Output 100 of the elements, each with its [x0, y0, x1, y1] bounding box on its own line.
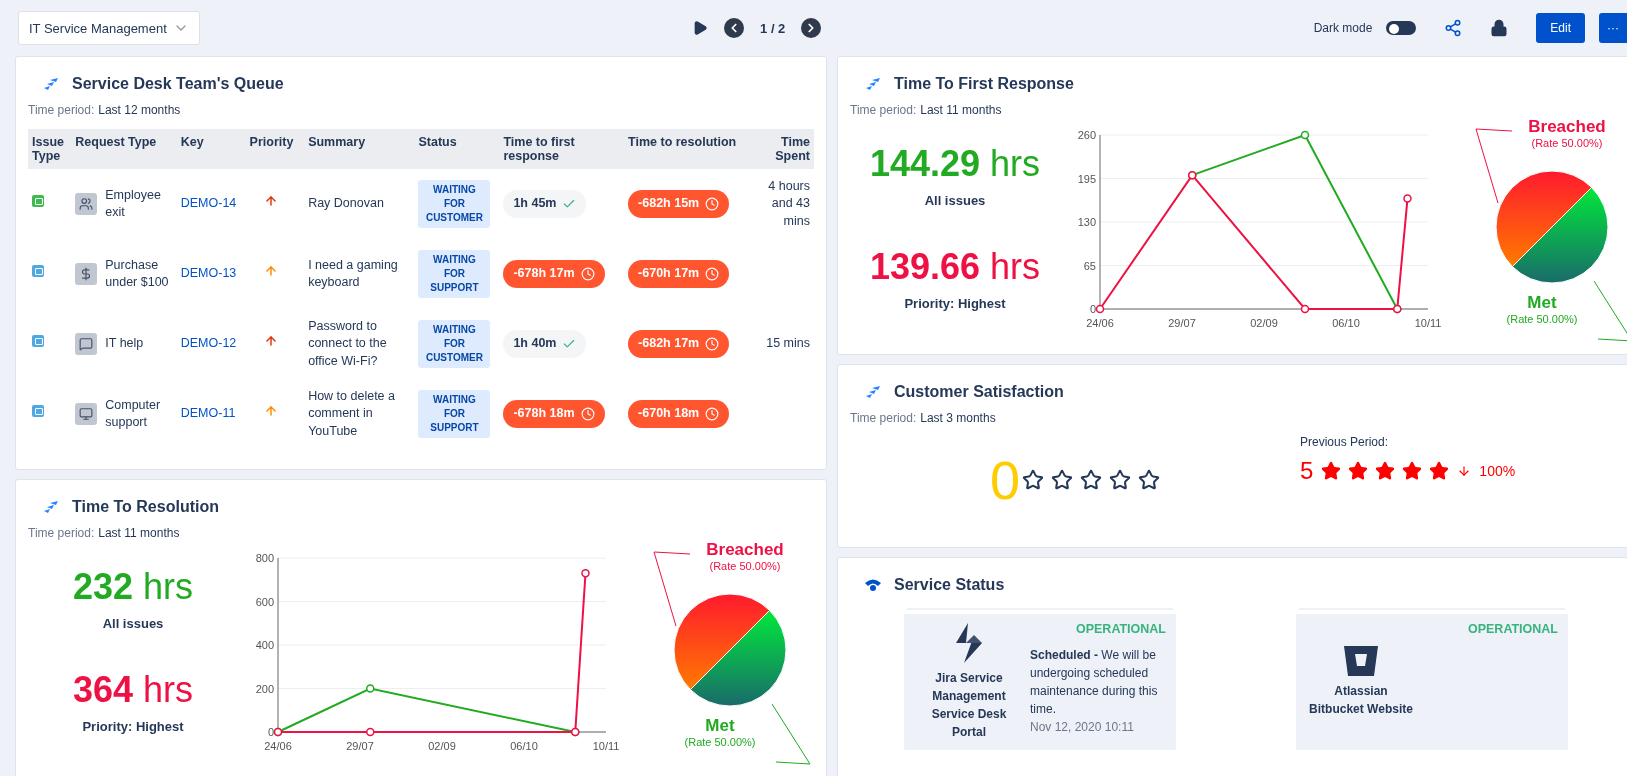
maintenance-date: Nov 12, 2020 10:11 [1030, 720, 1135, 734]
check-icon [562, 197, 577, 211]
dark-mode-label: Dark mode [1313, 21, 1373, 35]
star-icon [1375, 461, 1396, 481]
axis-tick-label: 0 [1089, 303, 1096, 315]
data-point [581, 569, 590, 578]
axis-tick-label: 130 [1077, 216, 1096, 228]
axis-tick-label: 200 [255, 682, 274, 695]
gadget-title: Service Desk Team's Queue [72, 75, 284, 93]
summary-cell: Ray Donovan [304, 169, 415, 239]
star-icon [1109, 469, 1131, 491]
bucket-logo-icon [1344, 646, 1378, 676]
data-point [1095, 304, 1105, 314]
clock-icon [705, 407, 720, 421]
time-period-label: Time period: [28, 526, 95, 540]
dashboard-dropdown[interactable]: IT Service Management [18, 11, 200, 45]
column-header: Priority [245, 129, 305, 169]
axis-tick-label: 24/06 [1086, 317, 1114, 329]
service-status: OPERATIONAL [1074, 622, 1166, 636]
edit-button[interactable]: Edit [1536, 13, 1585, 43]
status-lozenge: WAITING FOR SUPPORT [418, 390, 491, 438]
sla-timer: -678h 17m [503, 260, 605, 288]
axis-tick-label: 29/07 [346, 740, 374, 752]
next-page-button[interactable] [801, 18, 822, 38]
request-type: IT help [105, 335, 144, 353]
time-period-value: Last 11 months [98, 526, 180, 540]
status-lozenge: WAITING FOR SUPPORT [418, 250, 491, 298]
star-icon [1321, 461, 1342, 481]
column-header: Time to resolution [624, 129, 757, 169]
slice-value-label: (Rate 50.00%) [1506, 313, 1578, 325]
slice-value-label: (Rate 50.00%) [684, 736, 756, 748]
issue-key-link[interactable]: DEMO-13 [180, 266, 237, 281]
change-percentage: 100% [1479, 463, 1516, 479]
data-point [1300, 130, 1310, 140]
slice-value-label: (Rate 50.00%) [709, 560, 781, 572]
status-lozenge: WAITING FOR CUSTOMER [418, 320, 491, 368]
clock-icon [580, 267, 595, 281]
time-period-value: Last 12 months [98, 103, 181, 117]
axis-tick-label: 06/10 [1332, 317, 1360, 329]
previous-period-label: Previous Period: [1300, 435, 1390, 449]
summary-cell-text: How to delete a comment in YouTube [307, 387, 396, 440]
time-period-value: Last 11 months [920, 103, 1002, 117]
slice-label: Met [1527, 293, 1557, 313]
axis-tick-label: 02/09 [1250, 317, 1278, 329]
slice-label: Met [705, 716, 735, 736]
star-icon [1051, 469, 1073, 491]
axis-tick-label: 06/10 [510, 740, 538, 752]
axis-tick-label: 24/06 [264, 740, 292, 752]
play-button[interactable] [692, 20, 709, 36]
sla-timer: -682h 15m [628, 190, 730, 218]
dashboard-gadget-icon [864, 384, 882, 400]
column-header: Time Spent [757, 129, 814, 169]
sla-timer: 1h 40m [503, 330, 587, 358]
request-type: Employee exit [105, 186, 162, 221]
axis-tick-label: 02/09 [428, 740, 456, 752]
data-point [366, 684, 375, 693]
wifi-icon [864, 578, 882, 592]
axis-tick-label: 195 [1077, 172, 1096, 185]
gadget-title: Time To Resolution [72, 498, 219, 516]
request-type-icon [75, 403, 98, 425]
column-header: Summary [304, 129, 415, 169]
issue-key-link[interactable]: DEMO-14 [180, 196, 237, 211]
gadget-title: Service Status [894, 576, 1005, 594]
data-point [366, 727, 375, 737]
axis-tick-label: 800 [255, 552, 274, 564]
page-indicator: 1 / 2 [760, 20, 786, 36]
column-header: Status [414, 129, 500, 169]
data-point [1300, 304, 1310, 314]
stat-value: 232 hrs [72, 566, 194, 608]
dark-mode-toggle[interactable] [1386, 21, 1417, 35]
time-period-label: Time period: [850, 103, 917, 117]
sla-timer: -670h 18m [628, 400, 730, 428]
stat-value: 144.29 hrs [869, 143, 1041, 185]
star-icon [1022, 469, 1044, 491]
summary-cell-text: I need a gaming keyboard [307, 256, 399, 291]
request-type-icon [75, 193, 98, 215]
lock-button[interactable] [1490, 19, 1509, 37]
clock-icon [705, 197, 720, 211]
more-button[interactable]: ··· [1599, 13, 1627, 43]
column-header: Issue Type [28, 129, 72, 169]
star-icon [1429, 461, 1450, 481]
dashboard-gadget-icon [42, 76, 60, 92]
sla-timer: 1h 45m [503, 190, 587, 218]
share-button[interactable] [1444, 19, 1463, 37]
issue-key-link[interactable]: DEMO-11 [180, 406, 236, 421]
issue-key-link[interactable]: DEMO-12 [180, 336, 237, 351]
star-icon [1138, 469, 1160, 491]
time-spent: 4 hours and 43 mins [768, 178, 810, 228]
previous-score: 5 [1300, 457, 1314, 485]
time-period-label: Time period: [850, 411, 917, 425]
service-name: Jira Service Management Service Desk Portal [930, 670, 1008, 741]
previous-page-button[interactable] [724, 18, 745, 38]
time-period-label: Time period: [28, 103, 95, 117]
time-spent: 15 mins [766, 336, 810, 351]
service-status: OPERATIONAL [1466, 622, 1558, 636]
clock-icon [705, 267, 720, 281]
sla-timer: -682h 17m [628, 330, 730, 358]
gadget-title: Time To First Response [894, 75, 1074, 93]
star-icon [1080, 469, 1102, 491]
axis-tick-label: 29/07 [1168, 317, 1196, 329]
